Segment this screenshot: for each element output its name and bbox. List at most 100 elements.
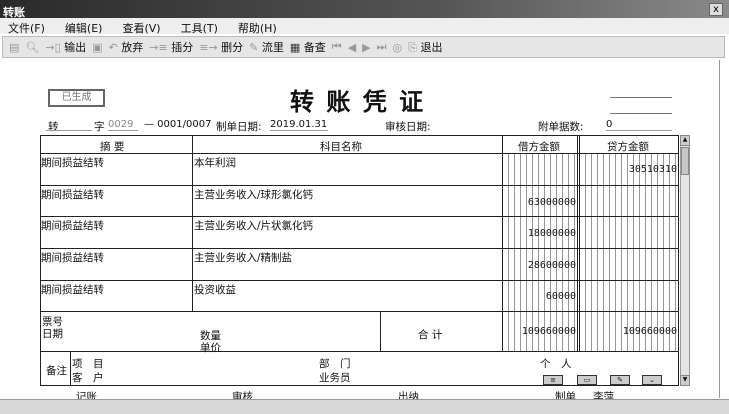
- col-line: [70, 351, 71, 386]
- voucher-number[interactable]: 0029: [108, 119, 138, 131]
- card-icon[interactable]: ▭: [577, 375, 597, 385]
- row-credit[interactable]: 30510310: [580, 164, 677, 175]
- help-icon[interactable]: ◎: [393, 41, 403, 54]
- voucher-type[interactable]: 转: [48, 119, 59, 134]
- save-icon[interactable]: ▣: [92, 41, 102, 54]
- col-line: [502, 135, 503, 351]
- header-debit: 借方金额: [518, 141, 560, 153]
- row-summary[interactable]: 期间损益结转: [41, 282, 104, 297]
- title-bar: 转账: [0, 0, 729, 19]
- voucher-title: 转 账 凭 证: [290, 87, 426, 116]
- next-icon[interactable]: ▶: [362, 41, 370, 54]
- price-label: 单价: [200, 342, 221, 354]
- edit-icon[interactable]: ✎: [610, 375, 630, 385]
- undo-icon: ↶: [108, 41, 118, 54]
- row-summary[interactable]: 期间损益结转: [41, 155, 104, 170]
- flow-button[interactable]: ✎ 流里: [249, 39, 284, 55]
- divider: [610, 113, 672, 114]
- expand-icon[interactable]: ⌄: [642, 375, 662, 385]
- close-button[interactable]: x: [709, 3, 723, 16]
- menu-edit[interactable]: 编辑(E): [65, 20, 103, 35]
- row-line: [40, 311, 679, 312]
- print-icon[interactable]: ▤: [9, 41, 19, 54]
- ticket-date-label: 日期: [42, 328, 63, 340]
- date-label: 制单日期:: [216, 121, 262, 133]
- date-field[interactable]: 2019.01.31: [270, 119, 328, 131]
- insert-icon: →≡: [149, 41, 168, 54]
- attach-count[interactable]: 0: [606, 119, 672, 131]
- check-label: 备查: [303, 41, 326, 54]
- total-debit: 109660000: [521, 326, 576, 337]
- menu-view[interactable]: 查看(V): [122, 20, 160, 35]
- col-line: [380, 311, 381, 351]
- row-summary[interactable]: 期间损益结转: [41, 250, 104, 265]
- exit-button[interactable]: ⎘ 退出: [408, 39, 442, 55]
- prev-icon[interactable]: ◀: [348, 41, 356, 54]
- col-line: [577, 135, 578, 351]
- debit-grid: [503, 153, 577, 351]
- dept-label: 部 门: [319, 358, 351, 370]
- first-icon[interactable]: ⏮: [332, 40, 342, 54]
- check-icon: ▦: [289, 41, 301, 54]
- row-line: [40, 248, 679, 249]
- insert-button[interactable]: →≡ 插分: [149, 39, 193, 55]
- row-summary[interactable]: 期间损益结转: [41, 187, 104, 202]
- row-debit[interactable]: 28600000: [503, 260, 576, 271]
- row-line: [40, 280, 679, 281]
- salesman-label: 业务员: [319, 372, 351, 384]
- total-label: 合 计: [418, 329, 443, 341]
- row-line: [40, 351, 679, 352]
- row-debit[interactable]: 18000000: [503, 228, 576, 239]
- scroll-down-icon[interactable]: ▼: [680, 375, 690, 386]
- remark-label: 备注: [46, 365, 67, 377]
- row-account[interactable]: 投资收益: [194, 282, 236, 297]
- credit-grid: [580, 153, 679, 351]
- flow-label: 流里: [261, 41, 284, 54]
- scroll-thumb[interactable]: [681, 147, 689, 175]
- row-debit[interactable]: 60000: [503, 291, 576, 302]
- output-label: 输出: [64, 41, 87, 54]
- row-line: [40, 185, 679, 186]
- divider: [610, 97, 672, 98]
- attach-label: 附单据数:: [538, 121, 584, 133]
- project-label: 项 目: [72, 358, 104, 370]
- header-credit: 贷方金额: [607, 141, 649, 153]
- row-debit[interactable]: 63000000: [503, 197, 576, 208]
- status-stamp: 已生成: [48, 89, 105, 107]
- row-summary[interactable]: 期间损益结转: [41, 218, 104, 233]
- audit-date-label: 审核日期:: [385, 121, 431, 133]
- row-account[interactable]: 主营业务收入/精制盐: [194, 250, 292, 265]
- delete-icon: ≡→: [199, 41, 218, 54]
- row-account[interactable]: 主营业务收入/球形氯化钙: [194, 187, 313, 202]
- discard-label: 放弃: [121, 41, 144, 54]
- person-label: 个 人: [540, 358, 572, 370]
- status-bar: [0, 399, 729, 414]
- preview-icon[interactable]: 🔍︎: [25, 41, 39, 54]
- menu-help[interactable]: 帮助(H): [238, 20, 277, 35]
- output-button[interactable]: →▯ 输出: [45, 39, 86, 55]
- output-icon: →▯: [45, 41, 61, 54]
- last-icon[interactable]: ⏭: [377, 40, 387, 54]
- check-button[interactable]: ▦ 备查: [290, 39, 326, 55]
- insert-label: 插分: [171, 41, 194, 54]
- menu-bar: 文件(F) 编辑(E) 查看(V) 工具(T) 帮助(H): [0, 18, 729, 35]
- discard-button[interactable]: ↶ 放弃: [109, 39, 144, 55]
- menu-tools[interactable]: 工具(T): [181, 20, 218, 35]
- delete-button[interactable]: ≡→ 删分: [199, 39, 243, 55]
- list-icon[interactable]: ≡: [543, 375, 563, 385]
- delete-label: 删分: [221, 41, 244, 54]
- divider: [46, 130, 92, 131]
- header-summary: 摘 要: [100, 141, 125, 153]
- total-credit: 109660000: [622, 326, 677, 337]
- col-line: [192, 135, 193, 311]
- header-account: 科目名称: [320, 141, 362, 153]
- exit-icon: ⎘: [408, 41, 417, 54]
- zi-label: 字: [94, 121, 105, 133]
- scroll-up-icon[interactable]: ▲: [680, 135, 690, 146]
- row-account[interactable]: 主营业务收入/片状氯化钙: [194, 218, 313, 233]
- row-account[interactable]: 本年利润: [194, 155, 236, 170]
- menu-file[interactable]: 文件(F): [8, 20, 45, 35]
- toolbar: ▤ 🔍︎ →▯ 输出 ▣ ↶ 放弃 →≡ 插分 ≡→ 删分 ✎ 流里 ▦ 备查 …: [2, 36, 725, 58]
- voucher-seq: — 0001/0007: [144, 119, 212, 130]
- exit-label: 退出: [420, 41, 443, 54]
